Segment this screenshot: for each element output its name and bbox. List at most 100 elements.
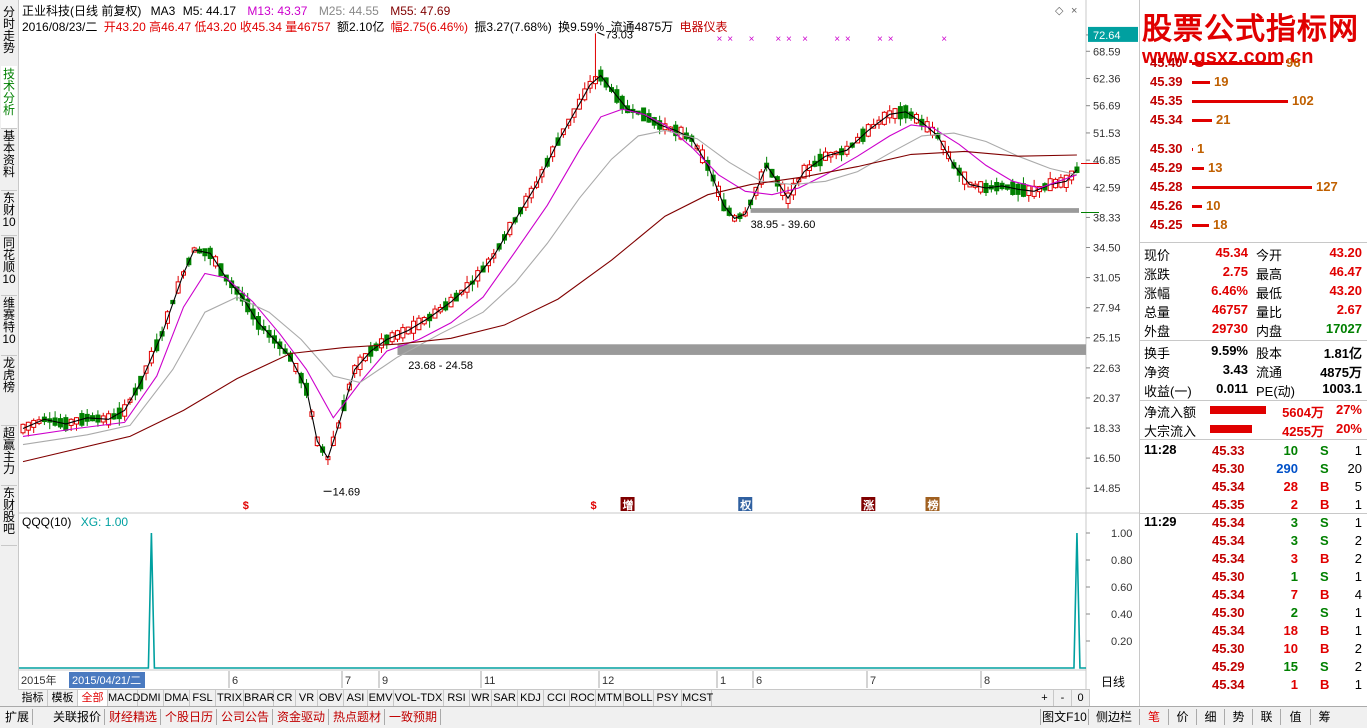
tick-price: 45.34 xyxy=(1212,677,1245,692)
left-tab-0[interactable]: 分时走势 xyxy=(1,4,17,67)
indicator-tab-mcst[interactable]: MCST xyxy=(682,690,713,706)
order-book-row[interactable]: 45.34 21 xyxy=(1140,111,1366,130)
tick-row[interactable]: 45.30 2 S 1 xyxy=(1140,604,1366,623)
left-tab-1[interactable]: 技术分析 xyxy=(1,66,17,129)
status-right-6[interactable]: 联 xyxy=(1252,709,1280,725)
price-axis-label: 46.85 xyxy=(1093,155,1121,167)
order-book-row[interactable]: 45.25 18 xyxy=(1140,216,1366,235)
indicator-tab-dmi[interactable]: DMI xyxy=(138,690,164,706)
tick-row[interactable]: 45.30 290 S 20 xyxy=(1140,460,1366,479)
status-item-5[interactable]: 资金驱动 xyxy=(274,709,330,725)
tick-row[interactable]: 45.34 3 S 2 xyxy=(1140,532,1366,551)
indicator-tab-boll[interactable]: BOLL xyxy=(624,690,654,706)
tick-row[interactable]: 45.34 3 S 1 xyxy=(1140,514,1366,533)
indicator-tab-cr[interactable]: CR xyxy=(274,690,296,706)
indicator-tab-obv[interactable]: OBV xyxy=(318,690,344,706)
status-right-5[interactable]: 势 xyxy=(1224,709,1252,725)
order-book-row[interactable]: 45.35 102 xyxy=(1140,92,1366,111)
status-right-1[interactable]: 侧边栏 xyxy=(1088,709,1139,725)
status-item-3[interactable]: 个股日历 xyxy=(162,709,218,725)
status-item-2[interactable]: 财经精选 xyxy=(106,709,162,725)
close-icon[interactable]: × xyxy=(1071,5,1077,17)
status-right-2[interactable]: 笔 xyxy=(1139,709,1168,725)
tick-row[interactable]: 45.33 10 S 1 xyxy=(1140,442,1366,461)
price-axis-label: 27.94 xyxy=(1093,303,1121,315)
status-item-0[interactable]: 扩展 xyxy=(2,709,34,725)
status-right-4[interactable]: 细 xyxy=(1196,709,1224,725)
indicator-tab-cci[interactable]: CCI xyxy=(544,690,570,706)
indicator-header: QQQ(10) XG: 1.00 xyxy=(22,515,128,529)
indicator-tab-vol-tdx[interactable]: VOL-TDX xyxy=(394,690,444,706)
indicator-tab-brar[interactable]: BRAR xyxy=(244,690,275,706)
indicator-tab-sar[interactable]: SAR xyxy=(492,690,518,706)
zoom-button-2[interactable]: 0 xyxy=(1072,690,1090,706)
price-axis-label: 56.69 xyxy=(1093,101,1121,113)
tick-row[interactable]: 45.34 7 B 4 xyxy=(1140,586,1366,605)
indicator-tab-全部[interactable]: 全部 xyxy=(78,690,108,706)
left-tab-4[interactable]: 同花顺10 xyxy=(1,235,17,296)
main-chart[interactable]: 72.64 68.59 62.36 56.69 51.53 46.85 42.59 38.33… xyxy=(19,0,1139,689)
industry-link[interactable]: 电器仪表 xyxy=(680,20,728,34)
flow-value: 4255万 xyxy=(1282,424,1324,439)
tick-row[interactable]: 45.34 18 B 1 xyxy=(1140,622,1366,641)
indicator-tab-wr[interactable]: WR xyxy=(470,690,492,706)
flow-value: 5604万 xyxy=(1282,405,1324,420)
tick-row[interactable]: 45.34 1 B 1 xyxy=(1140,676,1366,695)
status-item-6[interactable]: 热点题材 xyxy=(330,709,386,725)
chart-title: 正业科技(日线 前复权) xyxy=(22,4,142,18)
quote-label1: 涨幅 xyxy=(1144,286,1171,301)
tick-row[interactable]: 45.30 1 S 1 xyxy=(1140,568,1366,587)
order-volume: 10 xyxy=(1206,198,1221,213)
left-tab-8[interactable]: 东财股吧 xyxy=(1,485,17,546)
status-right-0[interactable]: 图文F10 xyxy=(1040,709,1088,725)
order-book-row[interactable]: 45.28 127 xyxy=(1140,178,1366,197)
indicator-title: QQQ(10) xyxy=(22,515,72,529)
tick-side: B xyxy=(1320,479,1330,494)
indicator-tab-模板[interactable]: 模板 xyxy=(48,690,78,706)
indicator-tab-指标[interactable]: 指标 xyxy=(18,690,48,706)
left-tab-6[interactable]: 龙虎榜 xyxy=(1,355,17,426)
bar-float: 流通4875万 xyxy=(610,20,674,34)
order-book-row[interactable]: 45.39 19 xyxy=(1140,73,1366,92)
order-book-row[interactable]: 45.26 10 xyxy=(1140,197,1366,216)
status-item-4[interactable]: 公司公告 xyxy=(218,709,274,725)
order-book-row[interactable]: 45.40 96 xyxy=(1140,54,1366,73)
indicator-tab-emv[interactable]: EMV xyxy=(368,690,394,706)
left-tab-2[interactable]: 基本资料 xyxy=(1,128,17,191)
tick-list-1128[interactable]: 11:28 45.33 10 S 1 45.30 290 S 20 45.34 28 B 5 45.35 2… xyxy=(1140,441,1367,513)
zoom-button-1[interactable]: - xyxy=(1054,690,1072,706)
tick-row[interactable]: 45.29 15 S 2 xyxy=(1140,658,1366,677)
indicator-tab-fsl[interactable]: FSL xyxy=(190,690,216,706)
diamond-icon[interactable]: ◇ xyxy=(1055,5,1064,17)
status-right-3[interactable]: 价 xyxy=(1168,709,1196,725)
left-tab-5[interactable]: 维赛特10 xyxy=(1,295,17,356)
order-price: 45.39 xyxy=(1150,74,1183,89)
order-book-row[interactable]: 45.30 1 xyxy=(1140,140,1366,159)
price-axis-label: 68.59 xyxy=(1093,46,1121,58)
tick-row[interactable]: 45.34 3 B 2 xyxy=(1140,550,1366,569)
flow-row: 净流入额 5604万 27% xyxy=(1140,401,1366,420)
indicator-tab-psy[interactable]: PSY xyxy=(654,690,682,706)
fund-row: 收益(一) 0.011 PE(动) 1003.1 xyxy=(1140,380,1366,399)
status-item-7[interactable]: 一致预期 xyxy=(386,709,442,725)
status-item-1[interactable]: 关联报价 xyxy=(50,709,106,725)
order-book-row[interactable]: 45.29 13 xyxy=(1140,159,1366,178)
indicator-tab-kdj[interactable]: KDJ xyxy=(518,690,544,706)
left-tab-7[interactable]: 超赢主力 xyxy=(1,425,17,486)
indicator-tab-dma[interactable]: DMA xyxy=(164,690,190,706)
status-right-7[interactable]: 值 xyxy=(1280,709,1310,725)
indicator-tab-rsi[interactable]: RSI xyxy=(444,690,470,706)
tick-row[interactable]: 45.30 10 B 2 xyxy=(1140,640,1366,659)
left-tab-3[interactable]: 东财10 xyxy=(1,190,17,236)
fund-value1: 3.43 xyxy=(1222,362,1248,377)
indicator-tab-trix[interactable]: TRIX xyxy=(216,690,244,706)
tick-list-1129[interactable]: 11:29 45.34 3 S 1 45.34 3 S 2 45.34 3 B 2 45.30 1 S 1 45.… xyxy=(1140,513,1367,698)
indicator-tab-vr[interactable]: VR xyxy=(296,690,318,706)
indicator-tab-roc[interactable]: ROC xyxy=(570,690,596,706)
indicator-tab-asi[interactable]: ASI xyxy=(344,690,368,706)
zoom-button-0[interactable]: + xyxy=(1036,690,1054,706)
indicator-tab-mtm[interactable]: MTM xyxy=(596,690,624,706)
indicator-tab-macd[interactable]: MACD xyxy=(108,690,140,706)
status-right-8[interactable]: 筹 xyxy=(1310,709,1338,725)
tick-row[interactable]: 45.34 28 B 5 xyxy=(1140,478,1366,497)
